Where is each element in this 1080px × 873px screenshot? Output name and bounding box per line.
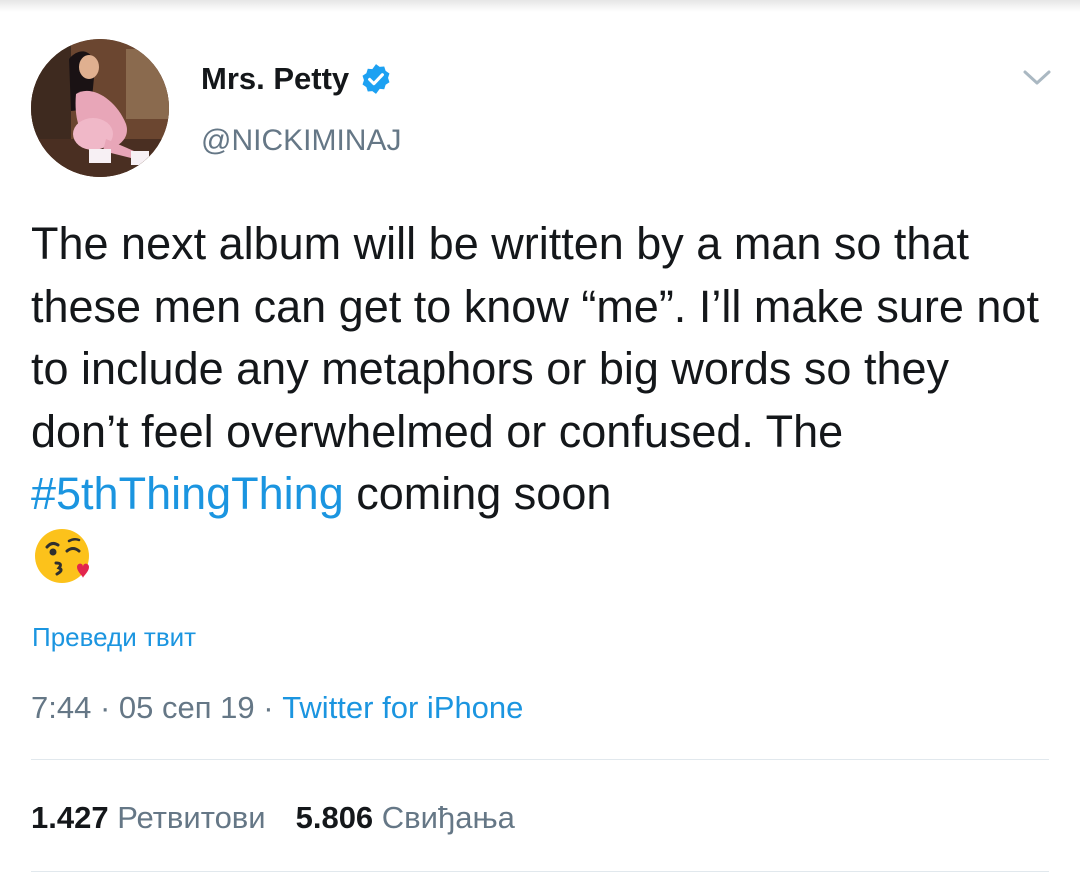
tweet-stats: 1.427 Ретвитови 5.806 Свиђања (31, 798, 515, 838)
divider-top (31, 759, 1049, 760)
chevron-down-icon[interactable] (1017, 62, 1057, 92)
kissing-face-emoji-icon: 😘 (33, 527, 91, 585)
tweet-source-link[interactable]: Twitter for iPhone (282, 690, 523, 725)
avatar[interactable] (31, 39, 169, 177)
top-shadow (0, 0, 1080, 12)
meta-separator-2: · (254, 690, 283, 725)
likes-label: Свиђања (381, 800, 515, 835)
tweet-meta: 7:44 · 05 сеп 19 · Twitter for iPhone (31, 688, 523, 728)
display-name-text: Mrs. Petty (201, 61, 350, 96)
author-handle[interactable]: @NICKIMINAJ (201, 122, 401, 160)
likes-count: 5.806 (295, 800, 374, 835)
tweet-date[interactable]: 05 сеп 19 (119, 690, 255, 725)
verified-badge-icon (359, 62, 393, 96)
divider-bottom (31, 871, 1049, 872)
meta-separator: · (91, 690, 119, 725)
tweet-text-tail: coming soon (343, 468, 612, 519)
translate-tweet-link[interactable]: Преведи твит (32, 620, 196, 654)
avatar-image (31, 39, 169, 177)
tweet-text: The next album will be written by a man … (31, 213, 1051, 526)
author-display-name[interactable]: Mrs. Petty (201, 59, 393, 99)
hashtag-link[interactable]: #5thThingThing (31, 468, 344, 519)
tweet-time[interactable]: 7:44 (31, 690, 91, 725)
retweets-stat[interactable]: 1.427 Ретвитови (31, 800, 266, 835)
tweet-text-body: The next album will be written by a man … (31, 218, 1039, 457)
retweets-count: 1.427 (31, 800, 109, 835)
retweets-label: Ретвитови (117, 800, 266, 835)
likes-stat[interactable]: 5.806 Свиђања (296, 800, 515, 835)
